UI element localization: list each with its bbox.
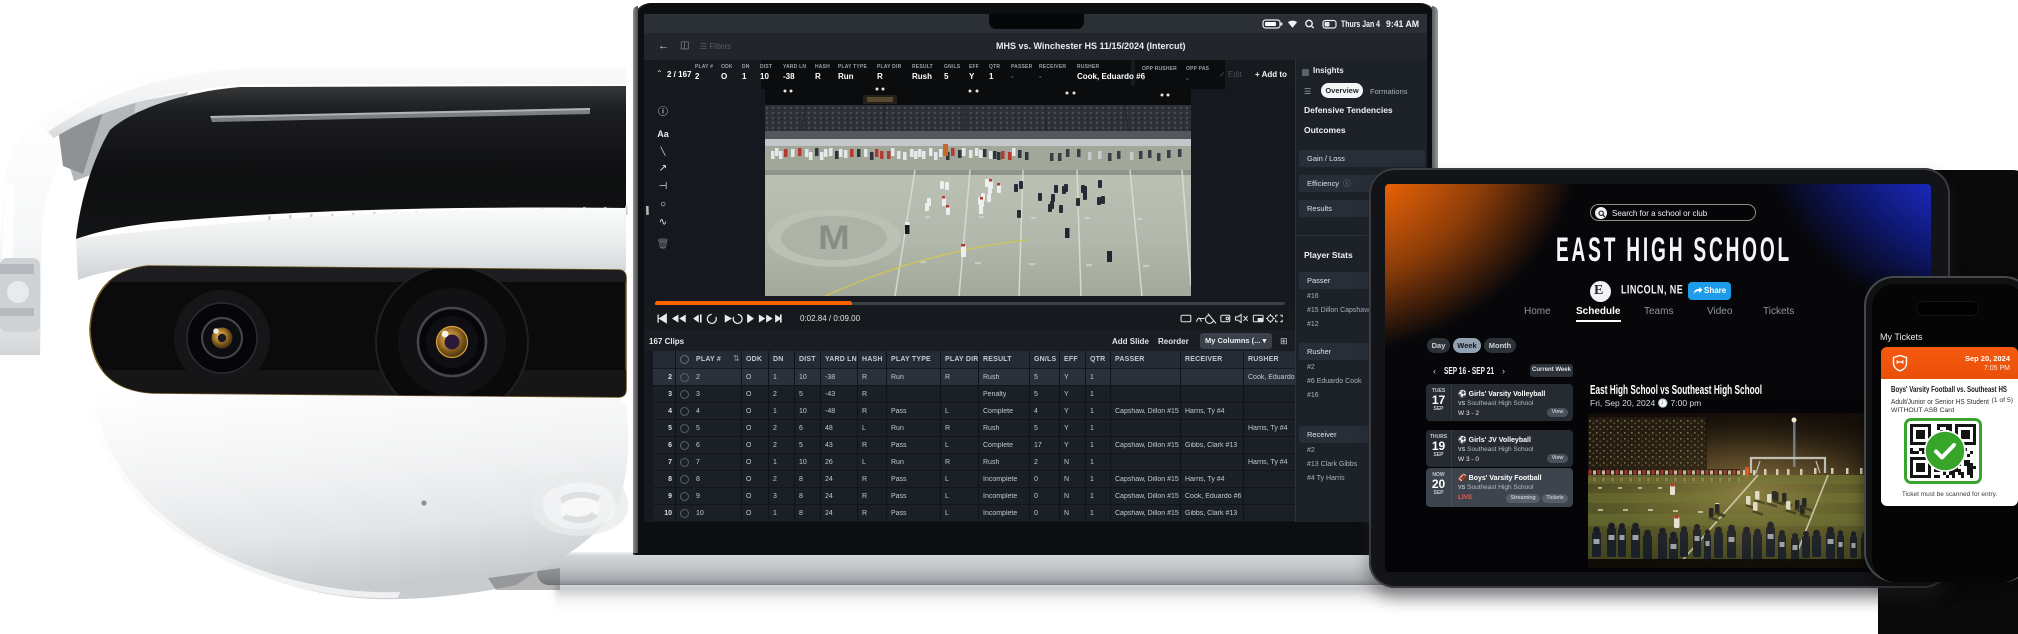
svg-text:Boys' Varsity Football vs. Sou: Boys' Varsity Football vs. Southeast HS xyxy=(1891,385,2008,394)
svg-text:East High School vs Southeast: East High School vs Southeast High Schoo… xyxy=(1590,383,1762,397)
svg-text:EAST HIGH SCHOOL: EAST HIGH SCHOOL xyxy=(1556,231,1792,269)
svg-text:Thurs Jan 4: Thurs Jan 4 xyxy=(1341,19,1381,30)
svg-text:9:41 AM: 9:41 AM xyxy=(1386,19,1419,30)
svg-text:SEP 16 - SEP 21: SEP 16 - SEP 21 xyxy=(1444,365,1494,377)
svg-text:M: M xyxy=(818,218,850,257)
svg-text:Adult/Junior or Senior HS Stud: Adult/Junior or Senior HS Student xyxy=(1891,399,1989,406)
